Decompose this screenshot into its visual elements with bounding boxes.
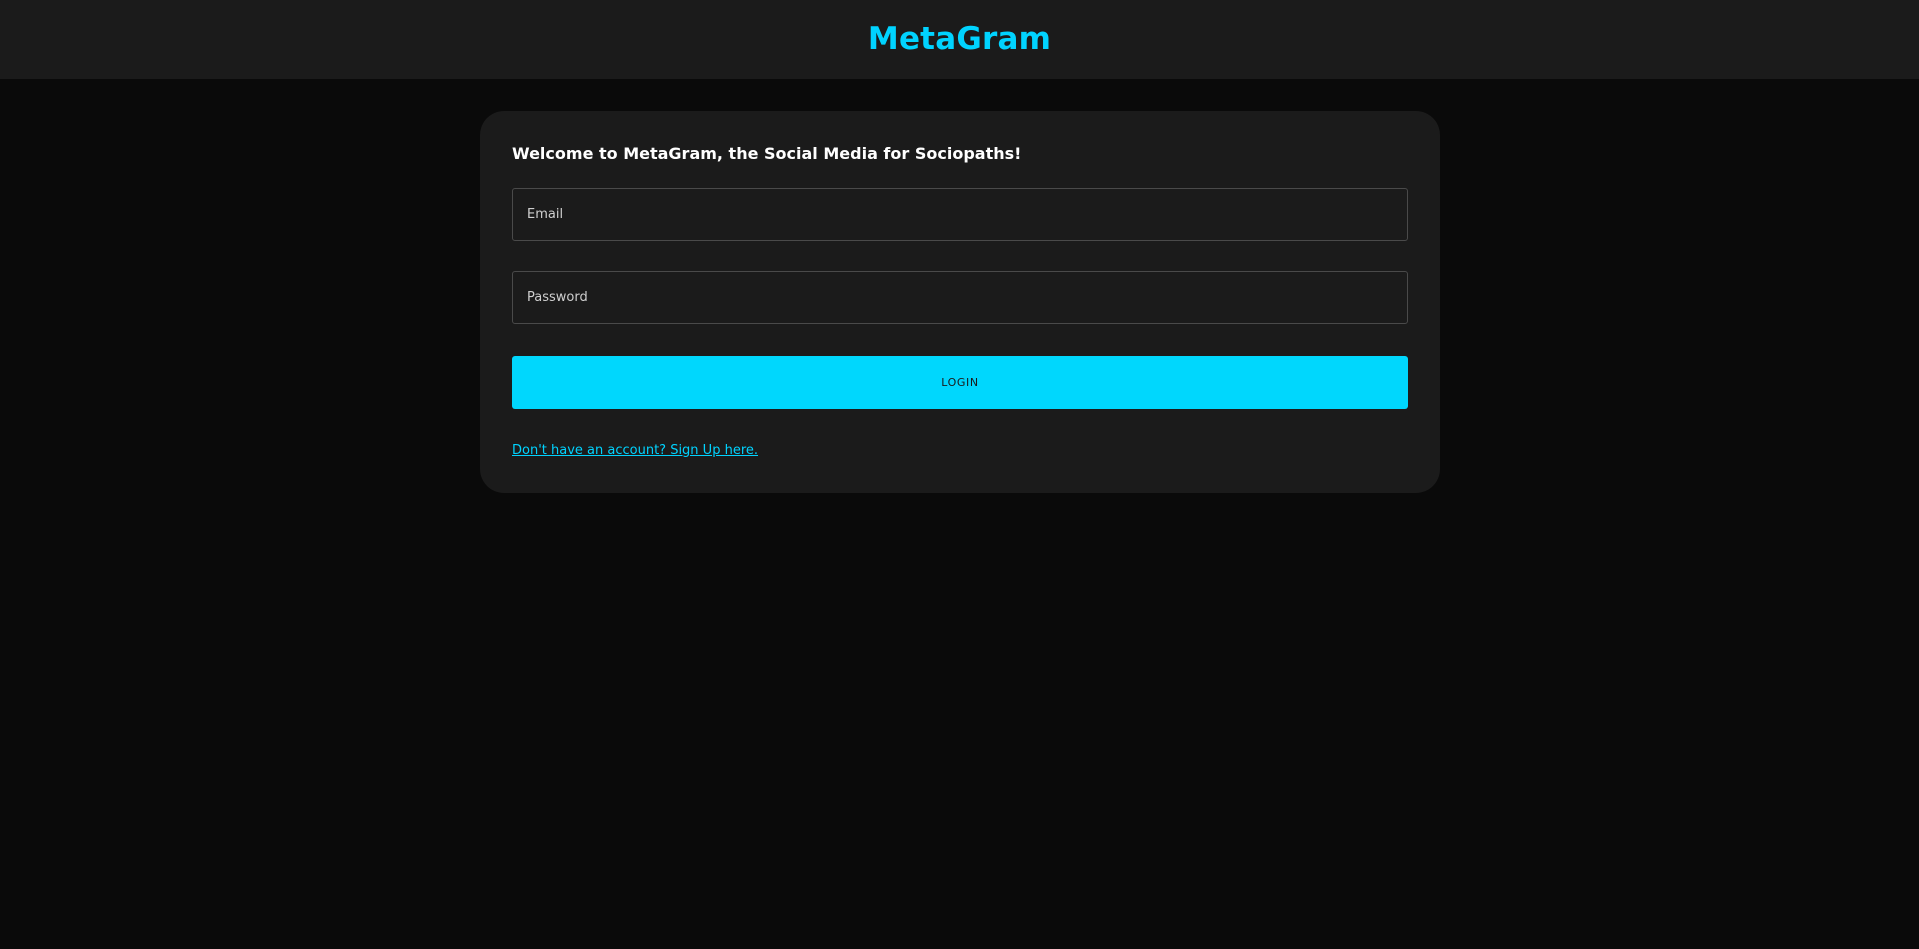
email-field[interactable]: [512, 188, 1408, 241]
top-bar: MetaGram: [0, 0, 1919, 79]
login-card: Welcome to MetaGram, the Social Media fo…: [480, 111, 1440, 493]
login-button[interactable]: LOGIN: [512, 356, 1408, 409]
brand-logo[interactable]: MetaGram: [868, 24, 1051, 55]
signup-link[interactable]: Don't have an account? Sign Up here.: [512, 443, 758, 458]
password-field[interactable]: [512, 271, 1408, 324]
welcome-heading: Welcome to MetaGram, the Social Media fo…: [512, 144, 1022, 163]
